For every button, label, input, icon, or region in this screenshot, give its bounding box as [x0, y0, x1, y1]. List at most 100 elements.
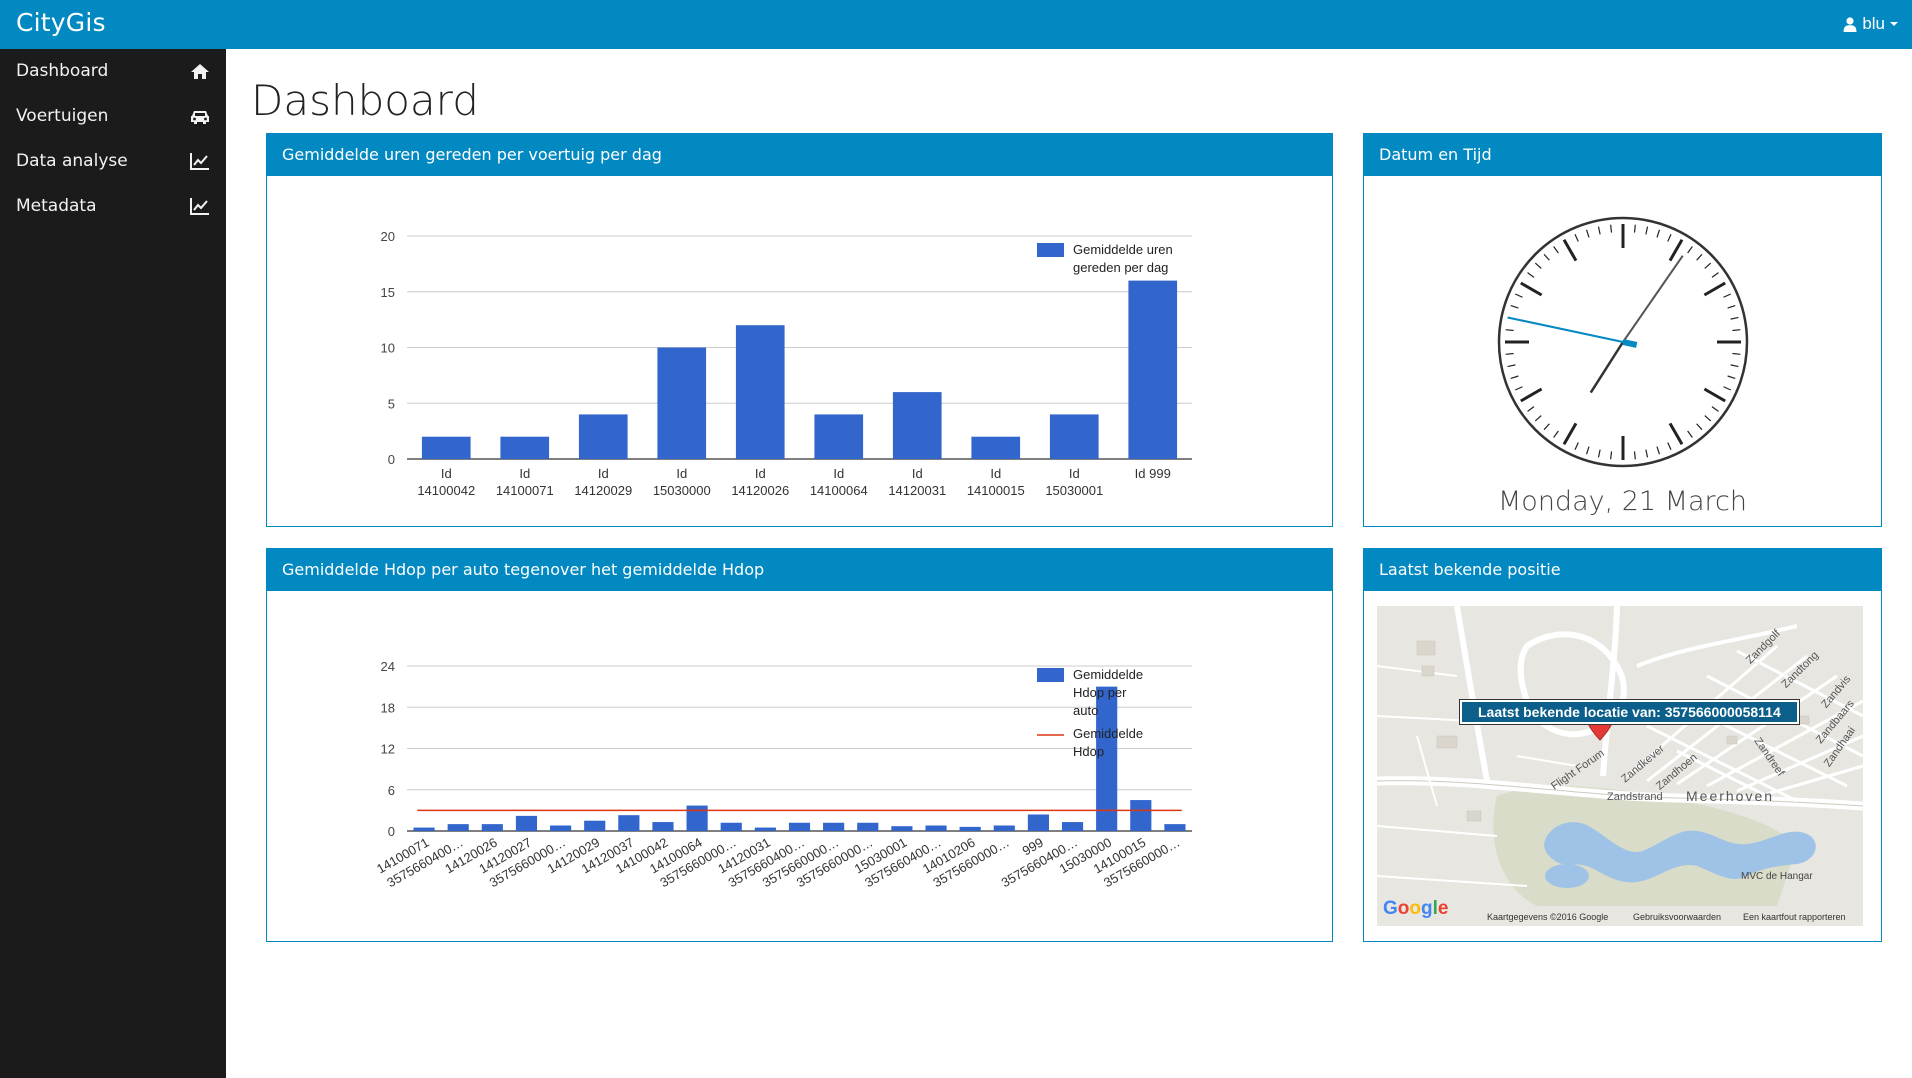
y-tick-label: 18 [381, 700, 395, 715]
user-icon [1843, 16, 1857, 32]
map-place-label: MVC de Hangar [1741, 871, 1813, 882]
map-info-label[interactable]: Laatst bekende locatie van: 357566000058… [1459, 699, 1800, 725]
bar [754, 827, 776, 831]
hdop-bar-chart: 06121824141000713575660400…1412002614120… [374, 659, 1192, 890]
bar [788, 822, 811, 831]
x-tick-label: Id 14100064 [810, 466, 868, 498]
bar [891, 826, 913, 831]
bar [1061, 822, 1084, 831]
y-tick-label: 10 [381, 341, 395, 356]
caret-down-icon [1890, 22, 1898, 26]
user-menu[interactable]: blu [1843, 14, 1898, 34]
panel-title: Laatst bekende positie [1364, 549, 1881, 591]
minute-tick [1505, 352, 1514, 355]
bar [686, 805, 708, 831]
bar [550, 825, 572, 831]
clock-panel: Datum en Tijd Monday, 21 March [1363, 133, 1882, 527]
minute-tick [1633, 224, 1636, 233]
minute-tick [1610, 451, 1613, 460]
bar [720, 822, 742, 831]
sidebar: Dashboard Voertuigen Data analyse Metada… [0, 49, 226, 1078]
legend-swatch [1037, 243, 1064, 257]
sidebar-item-label: Metadata [16, 196, 97, 216]
minute-tick [1633, 451, 1636, 460]
minute-tick [1610, 224, 1613, 233]
line-chart-icon [190, 153, 209, 170]
top-navbar: CityGis blu [0, 0, 1912, 49]
hdop-chart-panel: Gemiddelde Hdop per auto tegenover het g… [266, 548, 1333, 942]
panel-title: Gemiddelde Hdop per auto tegenover het g… [267, 549, 1332, 591]
y-tick-label: 5 [388, 396, 395, 411]
bar [481, 824, 503, 831]
sidebar-item-label: Dashboard [16, 61, 109, 81]
sidebar-item-label: Voertuigen [16, 106, 109, 126]
y-tick-label: 15 [381, 285, 395, 300]
bar [1049, 414, 1099, 459]
panel-title: Datum en Tijd [1364, 134, 1881, 176]
bar [1164, 824, 1186, 831]
bar [1130, 800, 1152, 831]
map-place-label: Meerhoven [1686, 788, 1775, 804]
sidebar-item-data-analyse[interactable]: Data analyse [0, 139, 226, 184]
bar [857, 822, 879, 831]
line-chart-icon [190, 198, 209, 215]
x-tick-label: Id 14100071 [496, 466, 554, 498]
minute-tick [1732, 329, 1741, 332]
bar [959, 826, 981, 831]
x-tick-label: Id 15030001 [1045, 466, 1103, 498]
bar [447, 824, 469, 831]
bar [413, 827, 435, 831]
panel-title: Gemiddelde uren gereden per voertuig per… [267, 134, 1332, 176]
bar [735, 325, 785, 459]
sidebar-item-metadata[interactable]: Metadata [0, 184, 226, 229]
y-tick-label: 20 [381, 229, 395, 244]
legend-label: Gemiddelde uren gereden per dag [1073, 242, 1173, 275]
bar [618, 815, 640, 831]
y-tick-label: 0 [388, 452, 395, 467]
legend-swatch [1037, 668, 1064, 682]
sidebar-item-voertuigen[interactable]: Voertuigen [0, 94, 226, 139]
map-view[interactable]: Laatst bekende locatie van: 357566000058… [1377, 606, 1863, 926]
x-tick-label: Id 15030000 [653, 466, 711, 498]
bar [584, 820, 606, 831]
bar [823, 822, 845, 831]
x-tick-label: Id 14100015 [967, 466, 1025, 498]
bar [657, 347, 707, 459]
y-tick-label: 6 [388, 783, 395, 798]
bar [971, 436, 1021, 459]
position-panel: Laatst bekende positie Laatst bekende lo… [1363, 548, 1882, 942]
hours-chart-panel: Gemiddelde uren gereden per voertuig per… [266, 133, 1333, 527]
x-tick-label: Id 14120029 [574, 466, 632, 498]
bar [515, 815, 538, 831]
y-tick-label: 24 [381, 659, 395, 674]
user-name: blu [1862, 14, 1885, 33]
bar [814, 414, 864, 459]
date-text: Monday, 21 March [1498, 486, 1747, 517]
x-tick-label: Id 14120026 [731, 466, 789, 498]
bar [993, 825, 1015, 831]
analog-clock [1497, 216, 1749, 468]
bar [578, 414, 628, 459]
minute-tick [1505, 329, 1514, 332]
bar [1027, 814, 1049, 831]
map-attribution: Kaartgegevens ©2016 Google [1487, 912, 1609, 922]
bar [500, 436, 550, 459]
map-terms-link[interactable]: Gebruiksvoorwaarden [1633, 912, 1721, 922]
bar [1128, 280, 1178, 459]
page-title: Dashboard [251, 76, 479, 125]
x-tick-label: Id 14120031 [888, 466, 946, 498]
hours-bar-chart: 0 5 10 15 20 Id 14100042 Id 14100071 Id 14120029 Id… [381, 229, 1192, 498]
brand-logo[interactable]: CityGis [16, 8, 106, 37]
sidebar-item-label: Data analyse [16, 151, 128, 171]
bar [652, 822, 674, 831]
map-place-label: Zandstrand [1607, 791, 1663, 803]
home-icon [191, 64, 209, 79]
bar [421, 436, 471, 459]
bar [925, 825, 947, 831]
y-tick-label: 0 [388, 824, 395, 839]
sidebar-item-dashboard[interactable]: Dashboard [0, 49, 226, 94]
bar [892, 392, 942, 459]
map-report-link[interactable]: Een kaartfout rapporteren [1743, 912, 1846, 922]
car-icon [191, 111, 209, 124]
google-logo: Google [1383, 898, 1449, 919]
